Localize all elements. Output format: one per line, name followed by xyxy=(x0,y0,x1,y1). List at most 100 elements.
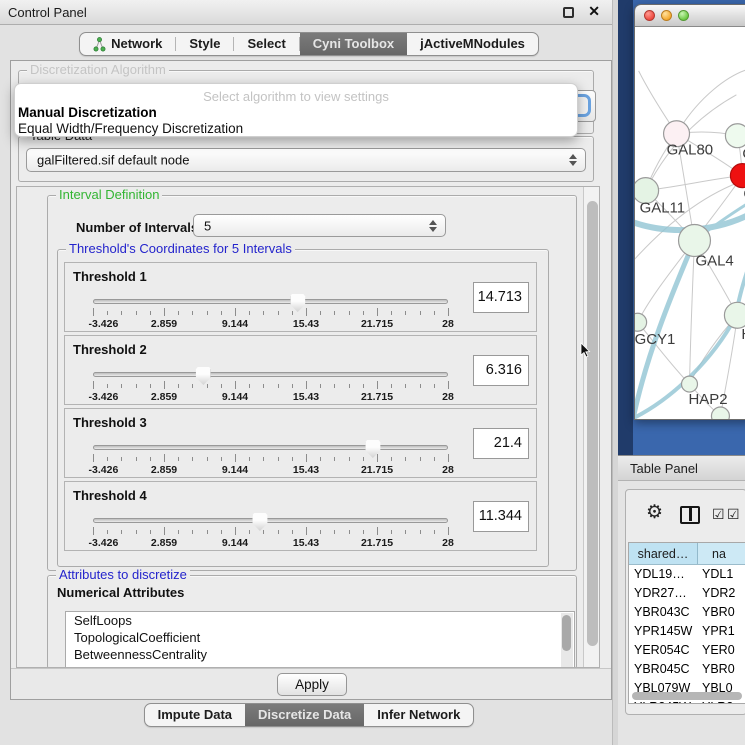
thresholds-group: Threshold's Coordinates for 5 Intervals … xyxy=(57,249,549,567)
vertical-scrollbar[interactable] xyxy=(583,187,600,668)
table-row[interactable]: YDR27…YDR2 xyxy=(629,584,745,603)
slider-tick-labels: -3.4262.8599.14415.4321.71528 xyxy=(93,537,448,549)
table-row[interactable]: YBR045CYBR0 xyxy=(629,660,745,679)
cell-shared-name: YER054C xyxy=(629,641,698,660)
settings-scroll-area: Interval Definition Number of Intervals … xyxy=(16,186,600,668)
apply-strip: Apply xyxy=(11,668,611,699)
attribute-item[interactable]: BetweennessCentrality xyxy=(66,646,574,663)
list-scrollbar[interactable] xyxy=(561,613,573,668)
slider-track[interactable] xyxy=(93,445,448,450)
tick-label: 15.43 xyxy=(293,537,319,549)
tick-label: 28 xyxy=(442,537,454,549)
horizontal-scrollbar-thumb[interactable] xyxy=(632,692,742,700)
threshold-value-field[interactable]: 21.4 xyxy=(473,428,529,459)
network-icon xyxy=(93,37,106,52)
node-gcy1[interactable] xyxy=(635,313,647,331)
tab-impute-data[interactable]: Impute Data xyxy=(145,704,245,726)
tick-label: -3.426 xyxy=(89,464,119,476)
split-columns-icon[interactable] xyxy=(680,506,700,524)
table-panel-title: Table Panel xyxy=(630,461,698,476)
table-panel-titlebar: Table Panel xyxy=(618,455,745,481)
threshold-value-field[interactable]: 6.316 xyxy=(473,355,529,386)
threshold-value-field[interactable]: 11.344 xyxy=(473,501,529,532)
gear-icon[interactable]: ⚙ xyxy=(646,503,663,522)
tab-select[interactable]: Select xyxy=(234,33,298,55)
table-row[interactable]: YBR043CYBR0 xyxy=(629,603,745,622)
network-view-window[interactable]: GAL80 G C GAL11 GAL4 GCY1 H HAP2 xyxy=(634,4,745,420)
dropdown-option-manual[interactable]: Manual Discretization xyxy=(18,105,157,120)
tab-network[interactable]: Network xyxy=(80,33,175,55)
checkbox-icon[interactable]: ☑ xyxy=(727,507,740,521)
tab-jactivemnodules[interactable]: jActiveMNodules xyxy=(407,33,538,55)
table-row[interactable]: YDL19…YDL1 xyxy=(629,565,745,584)
tab-discretize-data[interactable]: Discretize Data xyxy=(245,704,364,726)
tick-label: 2.859 xyxy=(151,464,177,476)
tick-label: -3.426 xyxy=(89,391,119,403)
column-header-name[interactable]: na xyxy=(698,543,745,564)
slider-tick-labels: -3.4262.8599.14415.4321.71528 xyxy=(93,391,448,403)
desktop-edge xyxy=(618,0,633,455)
table-data-combobox[interactable]: galFiltered.sif default node xyxy=(26,148,586,172)
network-window-titlebar[interactable] xyxy=(635,5,745,27)
cell-shared-name: YPR145W xyxy=(629,622,698,641)
threshold-label: Threshold 2 xyxy=(73,342,147,357)
tick-label: -3.426 xyxy=(89,537,119,549)
attribute-item[interactable]: SelfLoops xyxy=(66,612,574,629)
node-bottom[interactable] xyxy=(711,407,729,420)
slider-track[interactable] xyxy=(93,372,448,377)
checkbox-icon[interactable]: ☑ xyxy=(712,507,725,521)
node-top-right[interactable] xyxy=(725,124,745,148)
slider-tick-labels: -3.4262.8599.14415.4321.71528 xyxy=(93,318,448,330)
close-icon[interactable]: ✕ xyxy=(588,3,600,20)
tick-label: 15.43 xyxy=(293,318,319,330)
float-window-icon[interactable] xyxy=(563,7,574,18)
dropdown-option-equal-width[interactable]: Equal Width/Frequency Discretization xyxy=(18,121,243,136)
scrollbar-thumb[interactable] xyxy=(587,201,598,646)
node-label: GAL4 xyxy=(695,252,733,269)
slider-ticks xyxy=(93,308,448,318)
close-traffic-light-icon[interactable] xyxy=(644,10,655,21)
tab-cyni-toolbox[interactable]: Cyni Toolbox xyxy=(300,33,407,55)
numerical-attributes-list[interactable]: SelfLoopsTopologicalCoefficientBetweenne… xyxy=(65,611,575,668)
slider-track[interactable] xyxy=(93,518,448,523)
node-h[interactable] xyxy=(724,302,745,328)
node-label: H xyxy=(741,326,745,343)
zoom-traffic-light-icon[interactable] xyxy=(678,10,689,21)
control-panel-titlebar: Control Panel ✕ xyxy=(0,0,618,25)
cell-name: YDR2 xyxy=(698,584,745,603)
slider-ticks xyxy=(93,454,448,464)
apply-button[interactable]: Apply xyxy=(277,673,347,696)
cell-shared-name: YDL19… xyxy=(629,565,698,584)
network-canvas[interactable]: GAL80 G C GAL11 GAL4 GCY1 H HAP2 xyxy=(635,27,745,420)
number-of-intervals-combobox[interactable]: 5 xyxy=(193,214,446,237)
node-red-selected[interactable] xyxy=(730,164,745,188)
stepper-arrows-icon xyxy=(429,220,437,232)
tick-label: 9.144 xyxy=(222,318,248,330)
mouse-cursor xyxy=(580,342,591,358)
tick-label: 2.859 xyxy=(151,318,177,330)
cell-shared-name: YBR043C xyxy=(629,603,698,622)
tab-infer-network[interactable]: Infer Network xyxy=(364,704,473,726)
tick-label: -3.426 xyxy=(89,318,119,330)
column-header-shared-name[interactable]: shared… xyxy=(629,543,698,564)
threshold-list: Threshold 1 -3.4262.8599.14415.4321.7152… xyxy=(58,262,537,554)
tick-label: 21.715 xyxy=(361,318,393,330)
tick-label: 15.43 xyxy=(293,464,319,476)
slider-ticks xyxy=(93,527,448,537)
threshold-label: Threshold 3 xyxy=(73,415,147,430)
table-row[interactable]: YPR145WYPR1 xyxy=(629,622,745,641)
table-row[interactable]: YER054CYER0 xyxy=(629,641,745,660)
slider-track[interactable] xyxy=(93,299,448,304)
algorithm-dropdown-popup: Select algorithm to view settings Manual… xyxy=(14,83,578,137)
tick-label: 28 xyxy=(442,464,454,476)
node-label: GAL80 xyxy=(667,142,714,159)
top-tabbar: Network Style Select Cyni Toolbox jActiv… xyxy=(0,32,618,56)
tab-style[interactable]: Style xyxy=(176,33,233,55)
node-hap2[interactable] xyxy=(682,376,698,392)
node-label: GAL11 xyxy=(640,200,685,217)
minimize-traffic-light-icon[interactable] xyxy=(661,10,672,21)
threshold-value-field[interactable]: 14.713 xyxy=(473,282,529,313)
attribute-item[interactable]: TopologicalCoefficient xyxy=(66,629,574,646)
node-attribute-table[interactable]: shared… na YDL19…YDL1YDR27…YDR2YBR043CYB… xyxy=(628,542,745,704)
cell-name: YDL1 xyxy=(698,565,745,584)
